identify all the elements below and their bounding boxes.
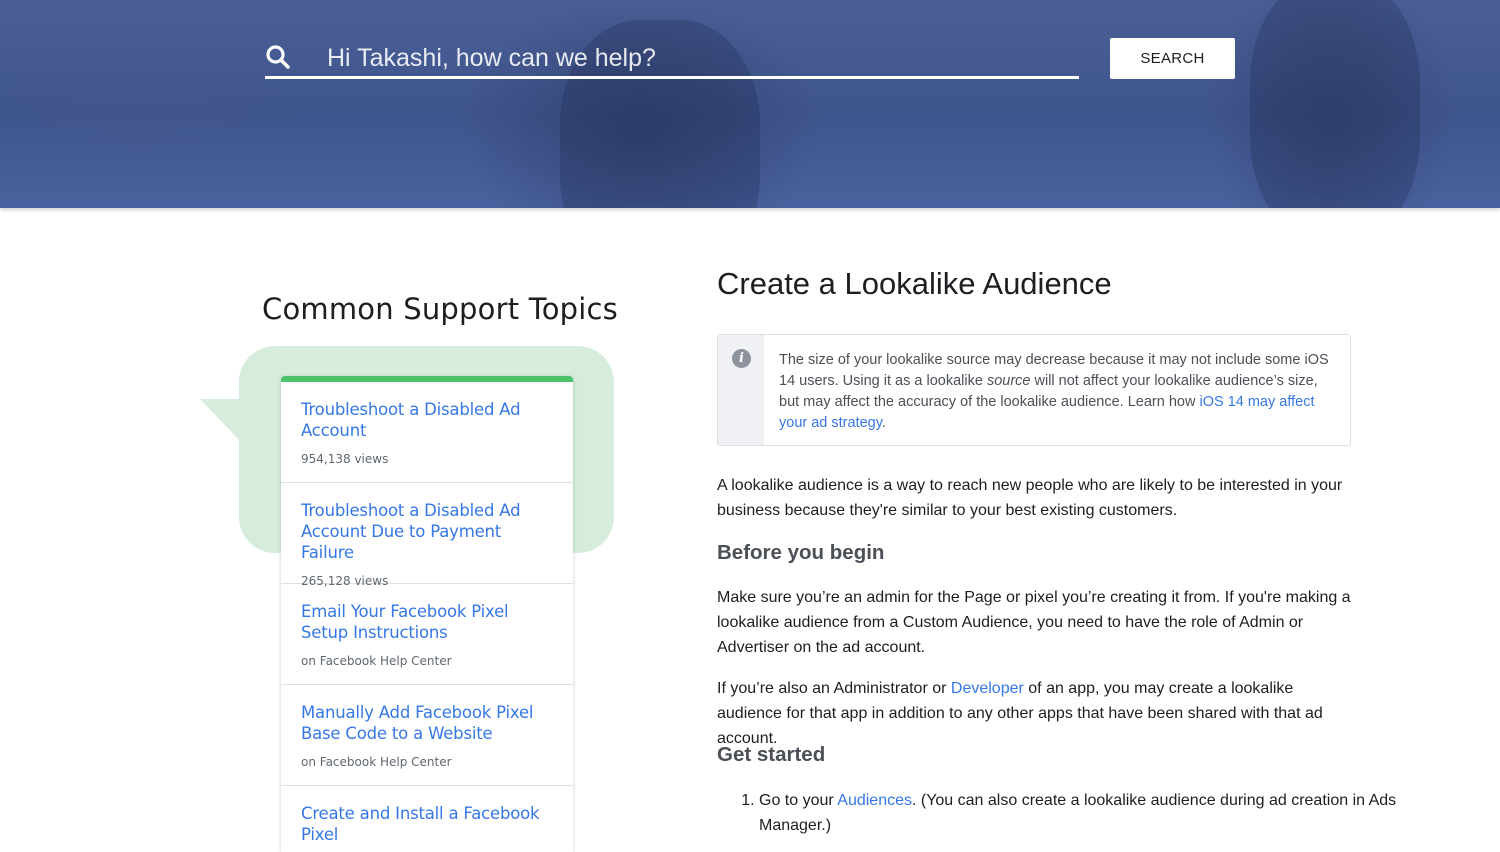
intro-paragraph: A lookalike audience is a way to reach n… (717, 477, 1343, 519)
info-notice: i The size of your lookalike source may … (717, 334, 1351, 446)
topic-meta: 954,138 views (301, 452, 389, 466)
topic-link[interactable]: Troubleshoot a Disabled Ad Account Due t… (301, 500, 553, 563)
audiences-link[interactable]: Audiences (837, 792, 912, 809)
topic-link[interactable]: Email Your Facebook Pixel Setup Instruct… (301, 601, 553, 643)
topic-item: Create and Install a Facebook Pixel (281, 786, 573, 852)
get-started-heading: Get started (717, 743, 826, 766)
topics-title: Common Support Topics (262, 292, 618, 326)
paragraph-text-part: If you’re also an Administrator or (717, 680, 951, 697)
topic-link[interactable]: Manually Add Facebook Pixel Base Code to… (301, 702, 553, 744)
info-notice-sidebar: i (718, 335, 764, 445)
steps-list: Go to your Audiences. (You can also crea… (717, 788, 1399, 838)
before-you-begin-heading: Before you begin (717, 541, 885, 564)
speech-bubble-tail (200, 399, 242, 443)
note-text-part: . (881, 415, 886, 431)
hero-background-figure (1250, 0, 1420, 208)
topic-item: Troubleshoot a Disabled Ad Account Due t… (281, 483, 573, 588)
step-item: Go to your Audiences. (You can also crea… (759, 788, 1399, 838)
topic-item: Manually Add Facebook Pixel Base Code to… (281, 685, 573, 786)
topic-meta: on Facebook Help Center (301, 654, 452, 668)
topic-item: Troubleshoot a Disabled Ad Account 954,1… (281, 382, 573, 483)
search-icon[interactable] (265, 44, 291, 70)
before-paragraph-1: Make sure you’re an admin for the Page o… (717, 589, 1351, 656)
topic-meta: on Facebook Help Center (301, 755, 452, 769)
topic-item: Email Your Facebook Pixel Setup Instruct… (281, 584, 573, 685)
step-text-part: Go to your (759, 792, 838, 809)
topic-link[interactable]: Create and Install a Facebook Pixel (301, 803, 553, 845)
info-notice-text: The size of your lookalike source may de… (779, 350, 1339, 434)
article-title: Create a Lookalike Audience (717, 266, 1112, 301)
search-button[interactable]: SEARCH (1110, 38, 1235, 79)
topic-link[interactable]: Troubleshoot a Disabled Ad Account (301, 399, 553, 441)
search-underline (265, 76, 1079, 79)
note-text-emphasis: source (986, 373, 1031, 389)
developer-link[interactable]: Developer (951, 680, 1024, 697)
before-paragraph-2: If you’re also an Administrator or Devel… (717, 676, 1357, 751)
search-input[interactable] (315, 38, 1077, 78)
topics-list: Troubleshoot a Disabled Ad Account 954,1… (281, 376, 573, 852)
info-icon: i (732, 349, 751, 368)
hero-banner: SEARCH (0, 0, 1500, 208)
